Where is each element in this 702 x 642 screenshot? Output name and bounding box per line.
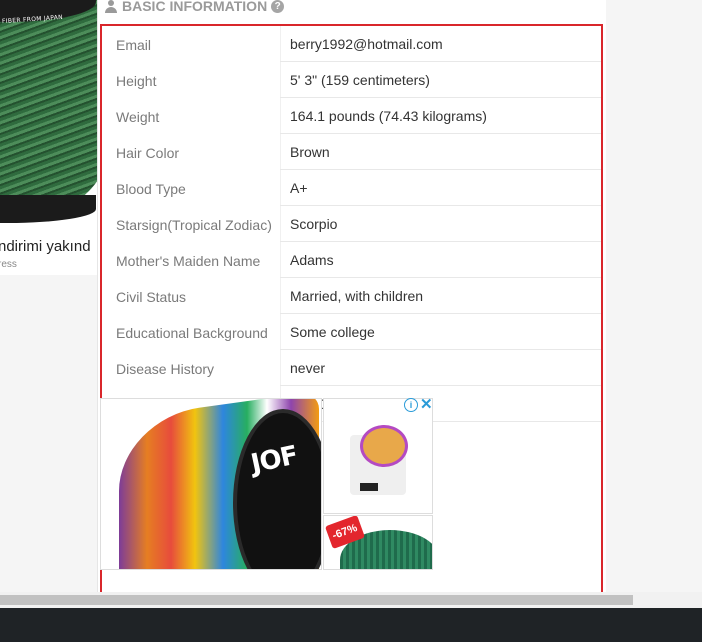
- right-gutter: [606, 0, 702, 592]
- info-row: Weight 164.1 pounds (74.43 kilograms): [102, 98, 601, 134]
- fishing-line-spool-image: [0, 0, 97, 220]
- info-value: A+: [290, 180, 308, 196]
- taskbar: [0, 608, 702, 642]
- info-value: never: [290, 360, 326, 376]
- info-row: Height 5' 3" (159 centimeters): [102, 62, 601, 98]
- info-row: Starsign(Tropical Zodiac) Scorpio: [102, 206, 601, 242]
- close-icon[interactable]: ✕: [420, 395, 433, 413]
- info-label: Email: [116, 37, 152, 53]
- ad-filament-dryer-image[interactable]: [323, 398, 433, 514]
- info-row: Disease History never: [102, 350, 601, 386]
- info-label: Disease History: [116, 361, 215, 377]
- horizontal-scrollbar[interactable]: [0, 592, 702, 608]
- info-label: Educational Background: [116, 325, 268, 341]
- ad-main-image[interactable]: JOF: [100, 398, 322, 570]
- ad-green-line-image[interactable]: -67%: [323, 515, 433, 570]
- info-value: Some college: [290, 324, 375, 340]
- info-row: Hair Color Brown: [102, 134, 601, 170]
- row-gutter: [280, 98, 281, 134]
- row-gutter: [280, 242, 281, 278]
- info-value: Scorpio: [290, 216, 338, 232]
- info-row: Email berry1992@hotmail.com: [102, 26, 601, 62]
- filament-roll: [360, 425, 408, 467]
- row-gutter: [280, 350, 281, 386]
- info-label: Hair Color: [116, 145, 180, 161]
- row-gutter: [280, 278, 281, 314]
- section-header: BASIC INFORMATION ?: [104, 0, 285, 15]
- row-gutter: [280, 170, 281, 206]
- scrollbar-thumb[interactable]: [0, 595, 633, 605]
- info-label: Weight: [116, 109, 160, 125]
- info-label: Blood Type: [116, 181, 186, 197]
- info-row: Blood Type A+: [102, 170, 601, 206]
- info-value: 5' 3" (159 centimeters): [290, 72, 430, 88]
- info-label: Starsign(Tropical Zodiac): [116, 217, 272, 233]
- info-value: Adams: [290, 252, 334, 268]
- info-row: Mother's Maiden Name Adams: [102, 242, 601, 278]
- question-circle-icon[interactable]: ?: [271, 0, 285, 13]
- info-value: 164.1 pounds (74.43 kilograms): [290, 108, 487, 124]
- basic-info-table: Email berry1992@hotmail.com Height 5' 3" (1…: [102, 26, 601, 422]
- dryer-display: [360, 483, 378, 491]
- left-product-title[interactable]: ndirimi yakınd: [0, 238, 91, 255]
- left-ad-column: FIBER FROM JAPAN ndirimi yakınd ress: [0, 0, 97, 592]
- info-value: Brown: [290, 144, 330, 160]
- section-title: BASIC INFORMATION: [122, 0, 268, 14]
- row-gutter: [280, 134, 281, 170]
- info-row: Civil Status Married, with children: [102, 278, 601, 314]
- row-gutter: [280, 206, 281, 242]
- left-product-subtitle: ress: [0, 259, 17, 270]
- info-value: Married, with children: [290, 288, 424, 304]
- info-label: Mother's Maiden Name: [116, 253, 261, 269]
- row-gutter: [280, 314, 281, 350]
- column-divider: [97, 0, 98, 592]
- user-icon: [104, 0, 118, 13]
- spool-bottom-rim: [0, 195, 96, 223]
- info-label: Height: [116, 73, 157, 89]
- info-row: Educational Background Some college: [102, 314, 601, 350]
- left-product-card[interactable]: FIBER FROM JAPAN ndirimi yakınd ress: [0, 0, 97, 275]
- row-gutter: [280, 26, 281, 62]
- ad-banner[interactable]: JOF -67% i ✕: [100, 395, 434, 570]
- info-label: Civil Status: [116, 289, 187, 305]
- info-value: berry1992@hotmail.com: [290, 36, 443, 52]
- adchoices-icon[interactable]: i: [404, 398, 418, 412]
- row-gutter: [280, 62, 281, 98]
